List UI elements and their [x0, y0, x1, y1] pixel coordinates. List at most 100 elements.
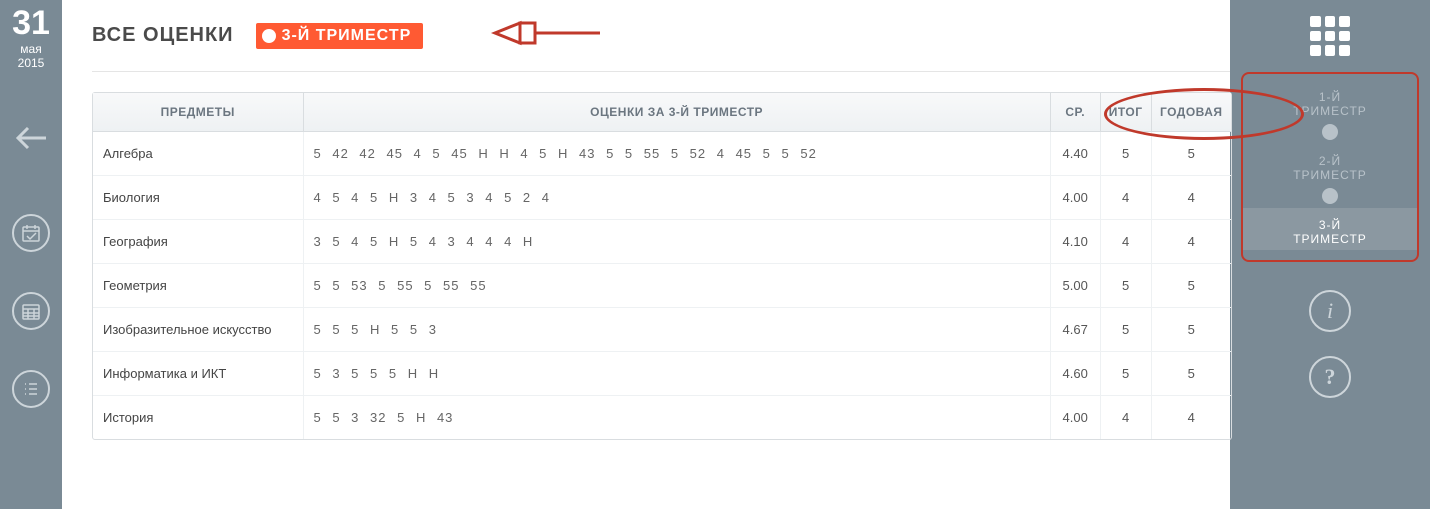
final-cell: 5 — [1100, 308, 1151, 352]
trimester-label: 1-Й — [1243, 90, 1417, 104]
badge-dot-icon — [262, 29, 276, 43]
page-title: ВСЕ ОЦЕНКИ — [92, 24, 234, 47]
trimester-2-button[interactable]: 2-Й ТРИМЕСТР — [1243, 144, 1417, 208]
table-header-row: ПРЕДМЕТЫ ОЦЕНКИ ЗА 3-Й ТРИМЕСТР СР. ИТОГ… — [93, 93, 1231, 132]
avg-cell: 5.00 — [1050, 264, 1100, 308]
trimester-badge[interactable]: 3-Й ТРИМЕСТР — [256, 23, 424, 49]
grid-dot-icon — [1310, 16, 1321, 27]
grid-dot-icon — [1325, 45, 1336, 56]
final-cell: 4 — [1100, 176, 1151, 220]
nav-calendar-button[interactable] — [12, 292, 50, 330]
grid-dot-icon — [1339, 31, 1350, 42]
table-row: Информатика и ИКТ5 3 5 5 5 Н Н4.6055 — [93, 352, 1231, 396]
subject-cell: Изобразительное искусство — [93, 308, 303, 352]
nav-calendar-check-button[interactable] — [12, 214, 50, 252]
grades-cell: 5 3 5 5 5 Н Н — [303, 352, 1050, 396]
trimester-panel: 1-Й ТРИМЕСТР 2-Й ТРИМЕСТР 3-Й ТРИМЕСТР — [1241, 72, 1419, 262]
page-header: ВСЕ ОЦЕНКИ 3-Й ТРИМЕСТР — [92, 0, 1230, 72]
trimester-label: ТРИМЕСТР — [1243, 232, 1417, 246]
right-sidebar: 1-Й ТРИМЕСТР 2-Й ТРИМЕСТР 3-Й ТРИМЕСТР i… — [1230, 0, 1430, 509]
grid-dot-icon — [1310, 45, 1321, 56]
grades-cell: 5 5 3 32 5 Н 43 — [303, 396, 1050, 440]
grades-cell: 5 42 42 45 4 5 45 Н Н 4 5 Н 43 5 5 55 5 … — [303, 132, 1050, 176]
grid-dot-icon — [1339, 45, 1350, 56]
year-cell: 5 — [1151, 308, 1231, 352]
calendar-check-icon — [21, 223, 41, 243]
year-cell: 4 — [1151, 396, 1231, 440]
grades-cell: 4 5 4 5 Н 3 4 5 3 4 5 2 4 — [303, 176, 1050, 220]
final-cell: 4 — [1100, 396, 1151, 440]
table-body: Алгебра5 42 42 45 4 5 45 Н Н 4 5 Н 43 5 … — [93, 132, 1231, 440]
nav-icons — [12, 214, 50, 408]
grid-dot-icon — [1310, 31, 1321, 42]
col-avg-header: СР. — [1050, 93, 1100, 132]
grades-cell: 5 5 53 5 55 5 55 55 — [303, 264, 1050, 308]
col-grades-header: ОЦЕНКИ ЗА 3-Й ТРИМЕСТР — [303, 93, 1050, 132]
table-row: Биология4 5 4 5 Н 3 4 5 3 4 5 2 44.0044 — [93, 176, 1231, 220]
avg-cell: 4.40 — [1050, 132, 1100, 176]
node-icon — [1322, 188, 1338, 204]
node-icon — [1322, 124, 1338, 140]
avg-cell: 4.60 — [1050, 352, 1100, 396]
grades-table-wrap: ПРЕДМЕТЫ ОЦЕНКИ ЗА 3-Й ТРИМЕСТР СР. ИТОГ… — [92, 92, 1232, 440]
trimester-3-button[interactable]: 3-Й ТРИМЕСТР — [1243, 208, 1417, 250]
date-block: 31 мая 2015 — [12, 0, 50, 70]
final-cell: 5 — [1100, 352, 1151, 396]
avg-cell: 4.10 — [1050, 220, 1100, 264]
year-cell: 5 — [1151, 132, 1231, 176]
trimester-label: 2-Й — [1243, 154, 1417, 168]
final-cell: 5 — [1100, 264, 1151, 308]
year-cell: 5 — [1151, 352, 1231, 396]
info-icon: i — [1327, 298, 1333, 324]
subject-cell: Алгебра — [93, 132, 303, 176]
back-button[interactable] — [14, 118, 48, 158]
grid-dot-icon — [1325, 16, 1336, 27]
info-button[interactable]: i — [1309, 290, 1351, 332]
help-icon: ? — [1325, 364, 1336, 390]
trimester-label: 3-Й — [1243, 218, 1417, 232]
avg-cell: 4.00 — [1050, 396, 1100, 440]
col-final-header: ИТОГ — [1100, 93, 1151, 132]
final-cell: 5 — [1100, 132, 1151, 176]
date-month: мая — [12, 42, 50, 56]
grades-cell: 5 5 5 Н 5 5 3 — [303, 308, 1050, 352]
grades-table: ПРЕДМЕТЫ ОЦЕНКИ ЗА 3-Й ТРИМЕСТР СР. ИТОГ… — [93, 93, 1231, 439]
year-cell: 5 — [1151, 264, 1231, 308]
subject-cell: Биология — [93, 176, 303, 220]
avg-cell: 4.67 — [1050, 308, 1100, 352]
main-content: ВСЕ ОЦЕНКИ 3-Й ТРИМЕСТР ПРЕДМЕТЫ ОЦЕНКИ … — [62, 0, 1230, 509]
callout-arrow-icon — [485, 15, 605, 56]
grid-dot-icon — [1325, 31, 1336, 42]
calendar-grid-icon — [21, 301, 41, 321]
list-icon — [21, 379, 41, 399]
grid-dot-icon — [1339, 16, 1350, 27]
nav-list-button[interactable] — [12, 370, 50, 408]
year-cell: 4 — [1151, 220, 1231, 264]
avg-cell: 4.00 — [1050, 176, 1100, 220]
left-sidebar: 31 мая 2015 — [0, 0, 62, 509]
arrow-left-icon — [14, 126, 48, 150]
aux-icons: i ? — [1309, 290, 1351, 398]
subject-cell: Геометрия — [93, 264, 303, 308]
table-row: География3 5 4 5 Н 5 4 3 4 4 4 Н4.1044 — [93, 220, 1231, 264]
help-button[interactable]: ? — [1309, 356, 1351, 398]
subject-cell: Информатика и ИКТ — [93, 352, 303, 396]
date-day: 31 — [12, 6, 50, 40]
col-subject-header: ПРЕДМЕТЫ — [93, 93, 303, 132]
table-row: Геометрия5 5 53 5 55 5 55 555.0055 — [93, 264, 1231, 308]
year-cell: 4 — [1151, 176, 1231, 220]
subject-cell: История — [93, 396, 303, 440]
trimester-label: ТРИМЕСТР — [1243, 104, 1417, 118]
table-row: Изобразительное искусство5 5 5 Н 5 5 34.… — [93, 308, 1231, 352]
grades-cell: 3 5 4 5 Н 5 4 3 4 4 4 Н — [303, 220, 1050, 264]
trimester-label: ТРИМЕСТР — [1243, 168, 1417, 182]
date-year: 2015 — [12, 56, 50, 70]
trimester-1-button[interactable]: 1-Й ТРИМЕСТР — [1243, 80, 1417, 144]
col-year-header: ГОДОВАЯ — [1151, 93, 1231, 132]
apps-grid-button[interactable] — [1310, 16, 1350, 56]
badge-label: 3-Й ТРИМЕСТР — [282, 27, 412, 45]
table-row: Алгебра5 42 42 45 4 5 45 Н Н 4 5 Н 43 5 … — [93, 132, 1231, 176]
subject-cell: География — [93, 220, 303, 264]
final-cell: 4 — [1100, 220, 1151, 264]
table-row: История5 5 3 32 5 Н 434.0044 — [93, 396, 1231, 440]
